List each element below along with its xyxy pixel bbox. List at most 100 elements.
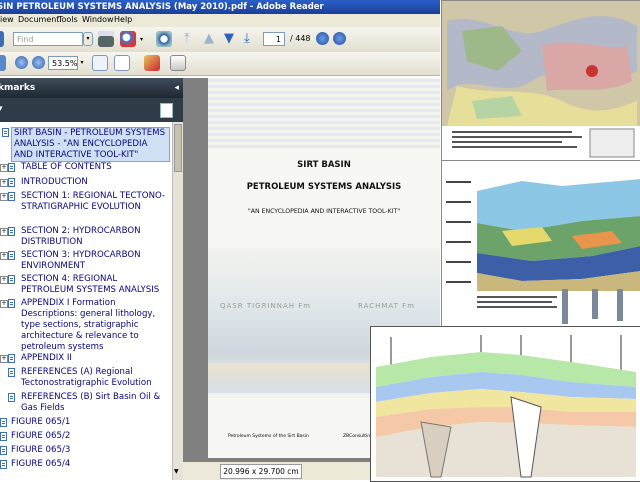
bookmark-page-icon xyxy=(8,192,15,201)
page-title-line1: SIRT BASIN xyxy=(297,160,351,170)
bookmark-label: TABLE OF CONTENTS xyxy=(21,162,112,172)
bookmark-page-icon xyxy=(8,368,15,377)
zoom-level-input[interactable]: 53.5% xyxy=(48,56,78,70)
bookmark-page-icon xyxy=(8,251,15,260)
window-title-bar: SIN PETROLEUM SYSTEMS ANALYSIS (May 2010… xyxy=(0,0,440,14)
first-page-icon[interactable]: ⤒ xyxy=(184,31,200,47)
hand-tool-icon[interactable] xyxy=(0,55,6,71)
last-page-icon[interactable]: ⤓ xyxy=(244,31,260,47)
zoom-out-icon[interactable] xyxy=(15,56,28,69)
bookmark-page-icon xyxy=(8,354,15,363)
main-toolbar: Find ▾ ▾ ⤒ ▲ ▼ ⤓ 1 / 448 xyxy=(0,27,440,53)
bookmark-label: INTRODUCTION xyxy=(21,177,88,187)
bookmark-item[interactable]: + SECTION 1: REGIONAL TECTONO-STRATIGRAP… xyxy=(0,191,172,224)
bookmark-item[interactable]: + APPENDIX II xyxy=(0,353,172,364)
bookmark-page-icon xyxy=(0,460,7,469)
page-header-pattern xyxy=(208,78,440,148)
expand-icon[interactable]: + xyxy=(0,252,8,260)
find-input[interactable]: Find xyxy=(13,32,83,46)
comment-icon[interactable] xyxy=(156,31,172,47)
page-title-line2: PETROLEUM SYSTEMS ANALYSIS xyxy=(246,182,402,192)
expand-icon[interactable]: + xyxy=(0,276,8,284)
cross-section-image xyxy=(370,326,640,482)
scrollbar-thumb[interactable] xyxy=(174,124,182,172)
bookmark-page-icon xyxy=(0,446,7,455)
bookmark-page-icon xyxy=(2,128,9,137)
bookmark-item[interactable]: SIRT BASIN - PETROLEUM SYSTEMS ANALYSIS … xyxy=(0,127,172,162)
page-number-input[interactable]: 1 xyxy=(263,32,285,46)
bookmark-page-icon xyxy=(0,432,7,441)
expand-icon[interactable]: + xyxy=(0,228,8,236)
collapse-panel-icon[interactable]: ◂ xyxy=(174,78,179,98)
bookmark-page-icon xyxy=(8,275,15,284)
scroll-down-icon[interactable]: ▼ xyxy=(174,468,179,475)
zoom-out-toolbar-icon[interactable] xyxy=(316,32,329,45)
page-subtitle: "AN ENCYCLOPEDIA AND INTERACTIVE TOOL-KI… xyxy=(247,208,401,215)
find-dropdown-icon[interactable]: ▾ xyxy=(83,32,93,46)
expand-icon[interactable]: + xyxy=(0,300,8,308)
bookmark-label: FIGURE 065/3 xyxy=(11,445,71,455)
bookmark-label: REFERENCES (B) Sirt Basin Oil & Gas Fiel… xyxy=(21,392,161,413)
page-size-indicator: 20.996 x 29.700 cm xyxy=(220,464,302,479)
bookmark-item[interactable]: + TABLE OF CONTENTS xyxy=(0,162,172,173)
bookmark-item[interactable]: + SECTION 2: HYDROCARBON DISTRIBUTION xyxy=(0,226,172,248)
bookmark-item[interactable]: REFERENCES (A) Regional Tectonostratigra… xyxy=(0,367,172,389)
zoom-dropdown-icon[interactable]: ▾ xyxy=(78,56,86,70)
previous-page-icon[interactable]: ▲ xyxy=(204,31,220,47)
bookmark-item[interactable]: FIGURE 065/4 xyxy=(0,459,172,470)
formation-label-right: RACHMAT Fm xyxy=(358,302,416,310)
bookmark-item[interactable]: + SECTION 3: HYDROCARBON ENVIRONMENT xyxy=(0,250,172,272)
bookmark-label: SECTION 2: HYDROCARBON DISTRIBUTION xyxy=(21,226,141,247)
new-bookmark-icon[interactable] xyxy=(160,103,173,118)
bookmarks-title: kmarks xyxy=(0,83,36,93)
bookmark-label: APPENDIX I Formation Descriptions: gener… xyxy=(21,298,156,352)
print-icon[interactable] xyxy=(98,31,114,47)
bookmark-label: FIGURE 065/4 xyxy=(11,459,71,469)
bookmark-page-icon xyxy=(8,227,15,236)
bookmark-label: SECTION 4: REGIONAL PETROLEUM SYSTEMS AN… xyxy=(21,274,160,295)
bookmark-page-icon xyxy=(8,163,15,172)
expand-icon[interactable]: + xyxy=(0,179,8,187)
bookmark-options-icon[interactable]: ▾ xyxy=(0,104,3,114)
bookmark-page-icon xyxy=(0,418,7,427)
page-footer-left: Petroleum Systems of the Sirt Basin xyxy=(228,434,309,439)
bookmark-page-icon xyxy=(8,299,15,308)
fit-width-icon[interactable] xyxy=(92,55,108,71)
formation-label-left: QASR TIGRINNAH Fm xyxy=(220,302,312,310)
menu-document[interactable]: Document xyxy=(18,15,59,24)
bookmarks-panel-header: kmarks ◂ xyxy=(0,78,183,98)
fit-page-icon[interactable] xyxy=(114,55,130,71)
sign-icon[interactable] xyxy=(144,55,160,71)
window-title: SIN PETROLEUM SYSTEMS ANALYSIS (May 2010… xyxy=(0,2,324,12)
next-page-icon[interactable]: ▼ xyxy=(224,31,240,47)
expand-icon[interactable]: + xyxy=(0,164,8,172)
bookmark-item[interactable]: + INTRODUCTION xyxy=(0,177,172,188)
bookmark-label: REFERENCES (A) Regional Tectonostratigra… xyxy=(21,367,152,388)
bookmark-page-icon xyxy=(8,178,15,187)
expand-icon[interactable]: + xyxy=(0,355,8,363)
bookmark-item[interactable]: FIGURE 065/2 xyxy=(0,431,172,442)
tasks-icon[interactable] xyxy=(170,55,186,71)
menu-bar: iew Document Tools Window Help xyxy=(0,14,440,28)
bookmarks-toolbar: ▾ xyxy=(0,98,183,122)
email-icon[interactable] xyxy=(120,31,136,47)
menu-tools[interactable]: Tools xyxy=(58,15,78,24)
menu-help[interactable]: Help xyxy=(114,15,132,24)
zoom-in-icon[interactable] xyxy=(32,56,45,69)
open-icon[interactable] xyxy=(0,31,4,47)
bookmark-label: APPENDIX II xyxy=(21,353,72,363)
zoom-in-toolbar-icon[interactable] xyxy=(333,32,346,45)
menu-view[interactable]: iew xyxy=(0,15,14,24)
bookmark-label: FIGURE 065/2 xyxy=(11,431,71,441)
bookmark-item[interactable]: + SECTION 4: REGIONAL PETROLEUM SYSTEMS … xyxy=(0,274,172,296)
bookmark-item[interactable]: + APPENDIX I Formation Descriptions: gen… xyxy=(0,298,172,353)
menu-window[interactable]: Window xyxy=(82,15,114,24)
bookmark-item[interactable]: FIGURE 065/1 xyxy=(0,417,172,428)
expand-icon[interactable]: + xyxy=(0,193,8,201)
bookmarks-list: SIRT BASIN - PETROLEUM SYSTEMS ANALYSIS … xyxy=(0,122,172,480)
email-dropdown-icon[interactable]: ▾ xyxy=(140,36,146,43)
bookmark-label: SIRT BASIN - PETROLEUM SYSTEMS ANALYSIS … xyxy=(11,127,170,162)
bookmark-item[interactable]: REFERENCES (B) Sirt Basin Oil & Gas Fiel… xyxy=(0,392,172,414)
bookmark-item[interactable]: FIGURE 065/3 xyxy=(0,445,172,456)
page-total: / 448 xyxy=(290,34,311,43)
